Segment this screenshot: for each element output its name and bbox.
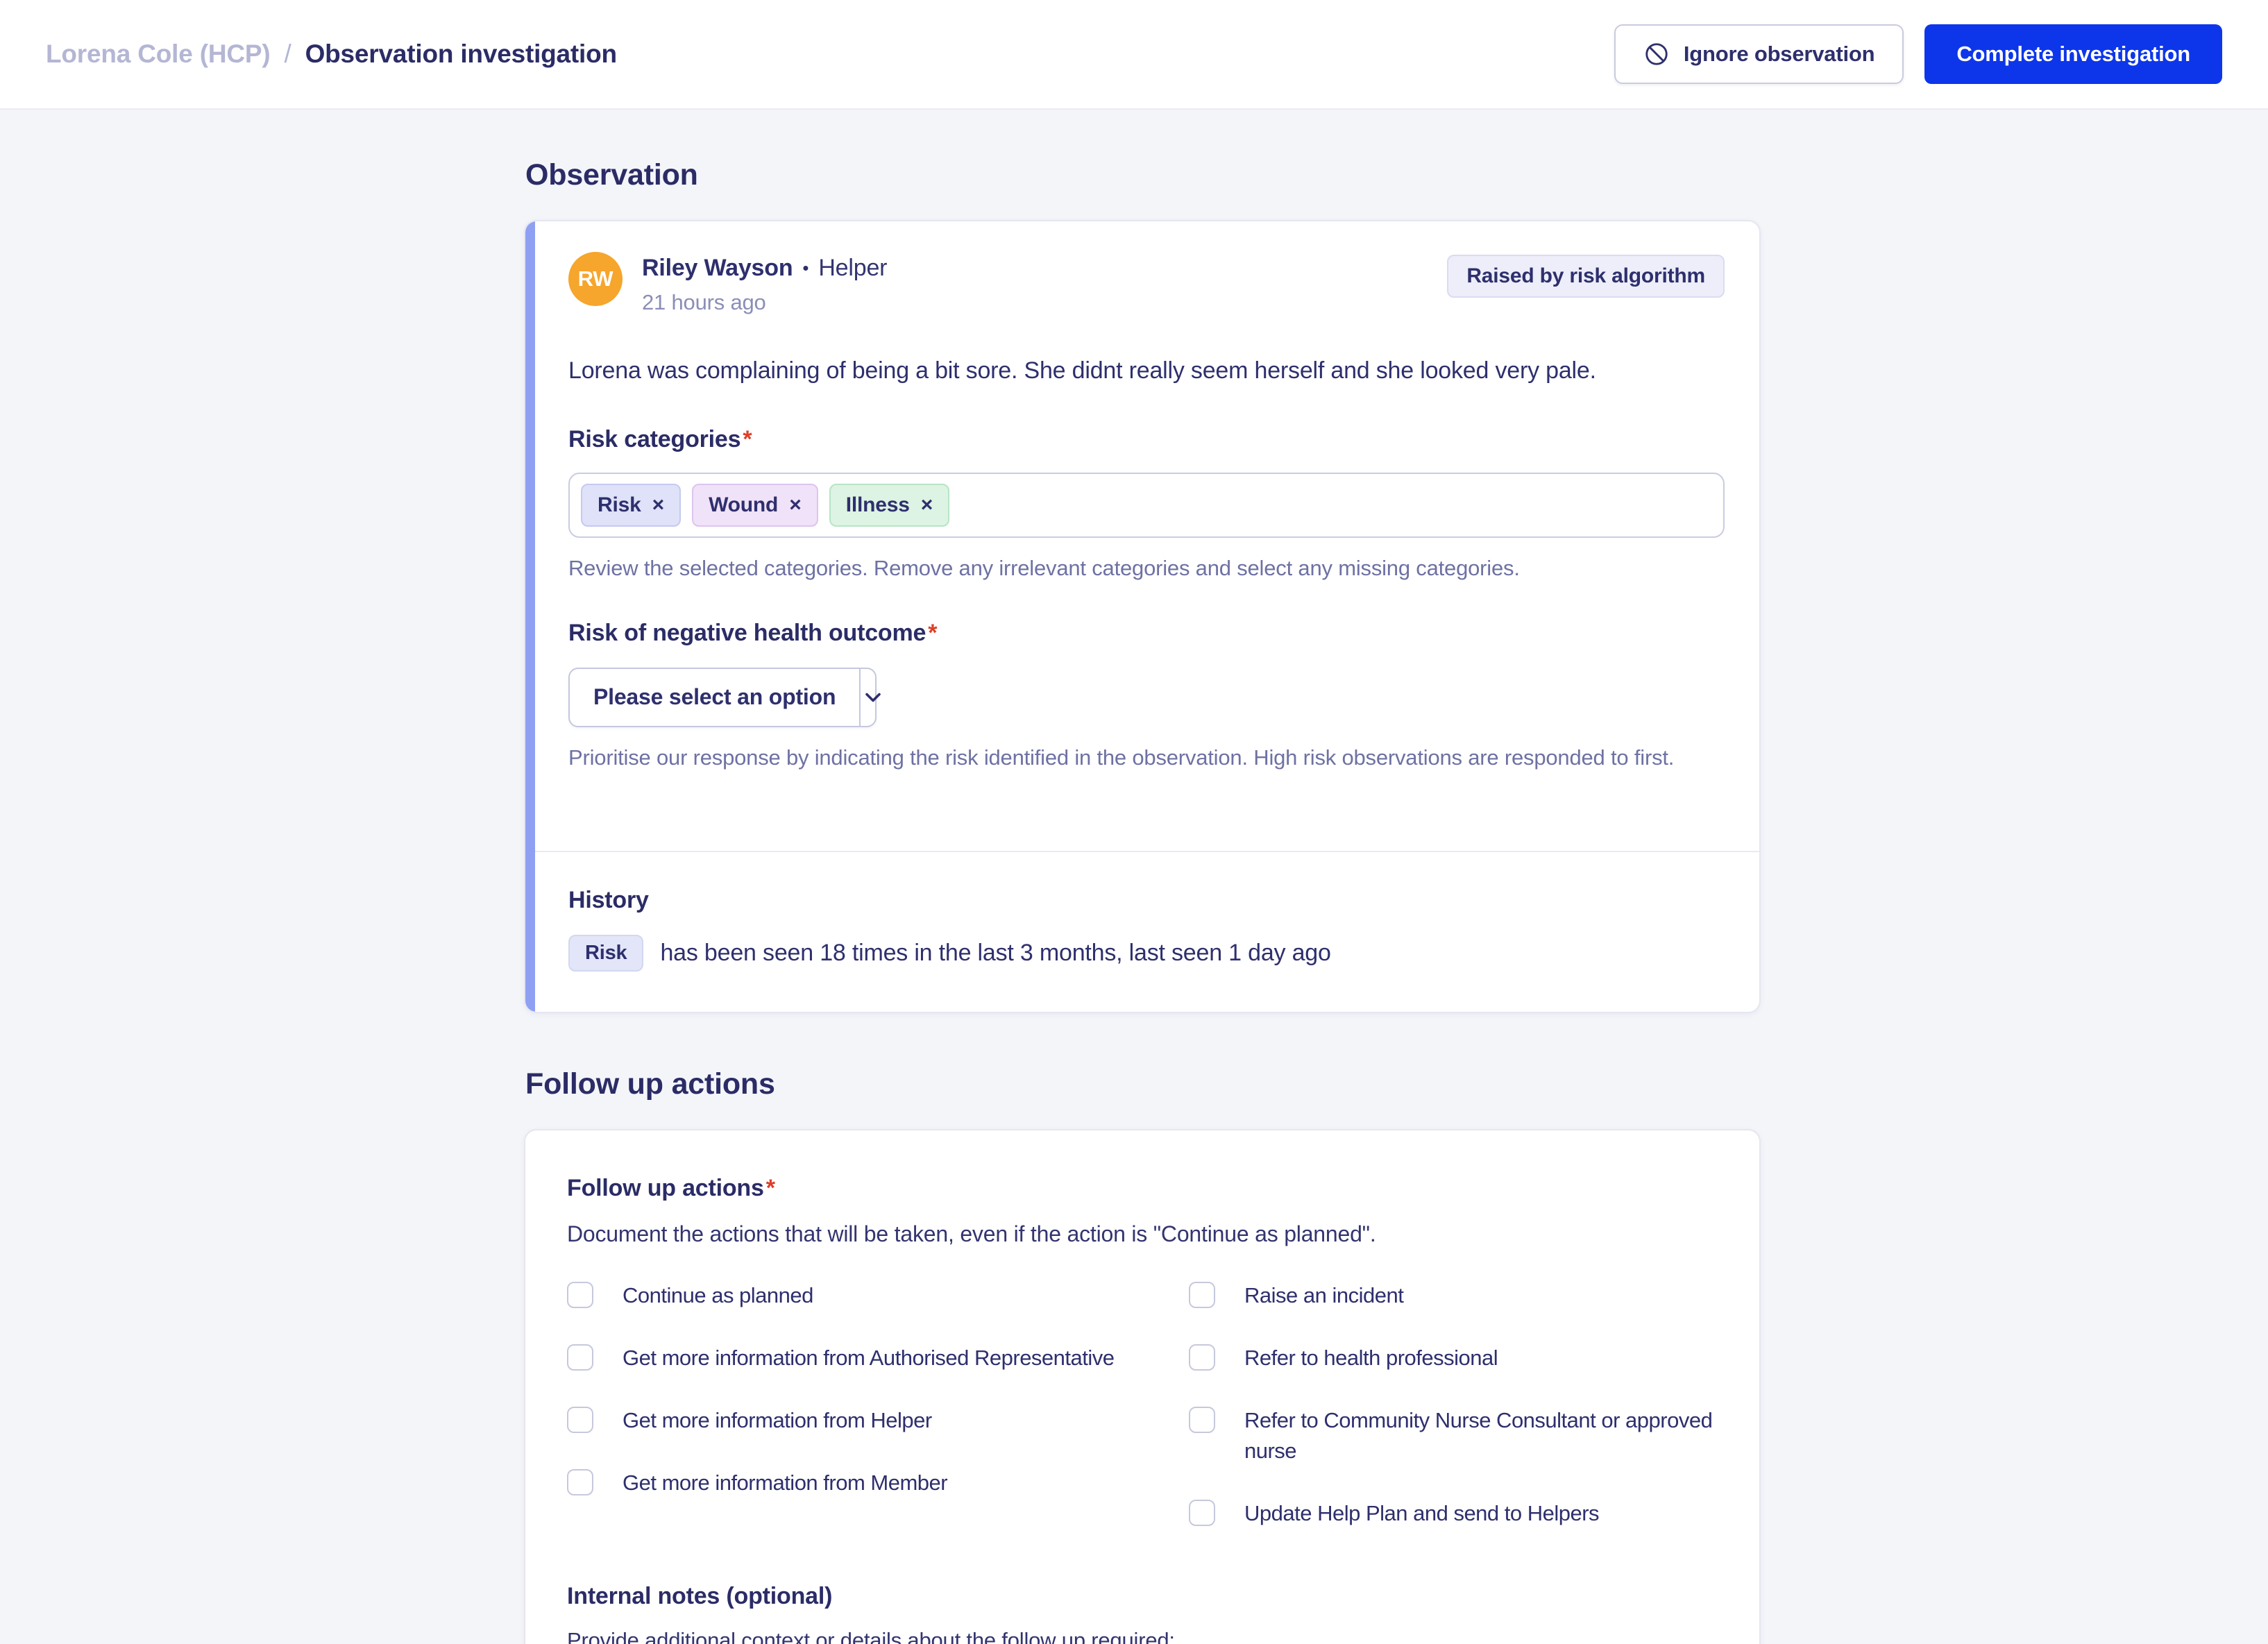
checkbox-info-helper[interactable] bbox=[567, 1406, 593, 1433]
checkbox-info-authorised-representative[interactable] bbox=[567, 1344, 593, 1371]
option-continue-as-planned[interactable]: Continue as planned bbox=[567, 1280, 1164, 1311]
complete-investigation-button[interactable]: Complete investigation bbox=[1924, 24, 2222, 84]
option-info-helper[interactable]: Get more information from Helper bbox=[567, 1405, 1164, 1436]
option-raise-incident[interactable]: Raise an incident bbox=[1189, 1280, 1718, 1311]
breadcrumb-separator: / bbox=[284, 40, 291, 68]
page-title: Observation investigation bbox=[305, 40, 618, 68]
complete-investigation-label: Complete investigation bbox=[1956, 42, 2190, 66]
tag-illness-label: Illness bbox=[845, 493, 910, 516]
follow-up-label: Follow up actions* bbox=[567, 1174, 775, 1201]
author-role: Helper bbox=[818, 255, 888, 281]
history-text: has been seen 18 times in the last 3 mon… bbox=[660, 939, 1331, 966]
history-section: History Risk has been seen 18 times in t… bbox=[535, 852, 1759, 1012]
raised-by-risk-algorithm-badge: Raised by risk algorithm bbox=[1447, 255, 1725, 298]
risk-outcome-select[interactable]: Please select an option bbox=[568, 667, 881, 727]
follow-up-options: Continue as planned Get more information… bbox=[567, 1280, 1718, 1529]
tag-risk: Risk × bbox=[581, 483, 682, 527]
option-label: Raise an incident bbox=[1244, 1282, 1404, 1307]
option-label: Update Help Plan and send to Helpers bbox=[1244, 1500, 1600, 1525]
remove-tag-illness-button[interactable]: × bbox=[921, 494, 933, 516]
avatar: RW bbox=[568, 252, 623, 306]
follow-up-section-title: Follow up actions bbox=[525, 1067, 775, 1101]
risk-categories-help-text: Review the selected categories. Remove a… bbox=[568, 555, 1520, 580]
follow-up-description: Document the actions that will be taken,… bbox=[567, 1221, 1376, 1246]
checkbox-update-help-plan[interactable] bbox=[1189, 1499, 1215, 1526]
chevron-down-icon bbox=[865, 693, 881, 702]
checkbox-refer-health-professional[interactable] bbox=[1189, 1344, 1215, 1371]
internal-notes-description: Provide additional context or details ab… bbox=[567, 1627, 1175, 1644]
option-info-authorised-representative[interactable]: Get more information from Authorised Rep… bbox=[567, 1343, 1164, 1373]
observation-card: RW Riley Wayson • Helper 21 hours ago Ra… bbox=[524, 220, 1761, 1013]
author-bullet: • bbox=[802, 257, 809, 278]
option-info-member[interactable]: Get more information from Member bbox=[567, 1468, 1164, 1498]
internal-notes-title: Internal notes (optional) bbox=[567, 1582, 833, 1609]
remove-tag-wound-button[interactable]: × bbox=[789, 494, 802, 516]
breadcrumb-parent-link[interactable]: Lorena Cole (HCP) bbox=[46, 40, 271, 69]
tag-illness: Illness × bbox=[829, 483, 950, 527]
history-title: History bbox=[568, 886, 649, 913]
follow-up-card: Follow up actions* Document the actions … bbox=[524, 1128, 1761, 1644]
risk-outcome-select-value: Please select an option bbox=[593, 684, 836, 710]
option-label: Get more information from Helper bbox=[623, 1407, 932, 1432]
card-accent-bar bbox=[525, 221, 535, 1012]
option-label: Refer to Community Nurse Consultant or a… bbox=[1244, 1407, 1713, 1463]
ban-icon bbox=[1645, 43, 1668, 65]
option-label: Continue as planned bbox=[623, 1282, 813, 1307]
ignore-observation-button[interactable]: Ignore observation bbox=[1614, 24, 1904, 84]
checkbox-refer-community-nurse[interactable] bbox=[1189, 1406, 1215, 1433]
top-bar: Lorena Cole (HCP) / Observation investig… bbox=[0, 0, 2268, 110]
tag-wound-label: Wound bbox=[709, 493, 779, 516]
required-asterisk: * bbox=[928, 619, 938, 646]
remove-tag-risk-button[interactable]: × bbox=[652, 494, 665, 516]
select-caret-zone bbox=[859, 668, 886, 726]
option-update-help-plan[interactable]: Update Help Plan and send to Helpers bbox=[1189, 1498, 1718, 1529]
risk-categories-input[interactable]: Risk × Wound × Illness × bbox=[568, 472, 1725, 538]
tag-wound: Wound × bbox=[692, 483, 818, 527]
risk-categories-label: Risk categories* bbox=[568, 425, 752, 452]
option-refer-community-nurse[interactable]: Refer to Community Nurse Consultant or a… bbox=[1189, 1405, 1718, 1466]
topbar-actions: Ignore observation Complete investigatio… bbox=[1614, 24, 2222, 84]
checkbox-raise-incident[interactable] bbox=[1189, 1281, 1215, 1308]
option-label: Get more information from Authorised Rep… bbox=[623, 1345, 1115, 1370]
history-risk-badge: Risk bbox=[568, 934, 644, 972]
main-content: Observation RW Riley Wayson • Helper 21 … bbox=[0, 110, 2268, 1644]
ignore-observation-label: Ignore observation bbox=[1683, 42, 1875, 66]
breadcrumb: Lorena Cole (HCP) / Observation investig… bbox=[46, 40, 617, 69]
option-refer-health-professional[interactable]: Refer to health professional bbox=[1189, 1343, 1718, 1373]
tag-risk-label: Risk bbox=[598, 493, 641, 516]
author-name: Riley Wayson bbox=[642, 255, 793, 281]
observation-timestamp: 21 hours ago bbox=[642, 290, 766, 314]
checkbox-info-member[interactable] bbox=[567, 1468, 593, 1495]
option-label: Refer to health professional bbox=[1244, 1345, 1498, 1370]
checkbox-continue-as-planned[interactable] bbox=[567, 1281, 593, 1308]
observation-section-title: Observation bbox=[525, 158, 698, 192]
risk-outcome-label: Risk of negative health outcome* bbox=[568, 619, 938, 646]
option-label: Get more information from Member bbox=[623, 1470, 948, 1495]
required-asterisk: * bbox=[765, 1174, 775, 1201]
risk-outcome-help-text: Prioritise our response by indicating th… bbox=[568, 745, 1675, 770]
observation-text: Lorena was complaining of being a bit so… bbox=[568, 357, 1596, 384]
required-asterisk: * bbox=[743, 425, 752, 452]
